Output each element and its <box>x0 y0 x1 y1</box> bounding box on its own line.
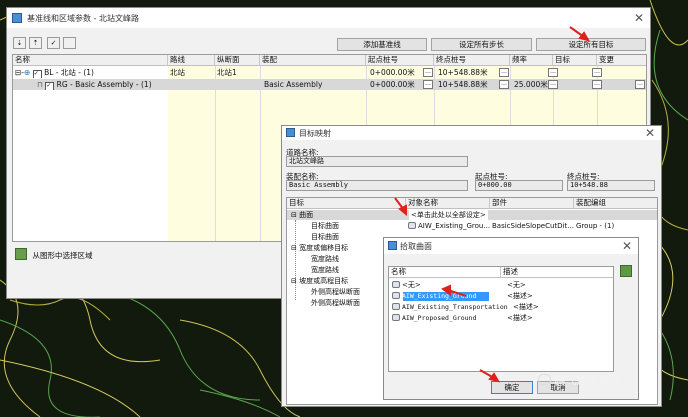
wechat-icon <box>538 374 551 385</box>
watermark: 腾飞建工集团 <box>538 372 621 388</box>
annotation-arrows <box>394 26 591 383</box>
arrow-head-icon <box>440 284 451 296</box>
arrow-head-icon <box>488 372 501 383</box>
